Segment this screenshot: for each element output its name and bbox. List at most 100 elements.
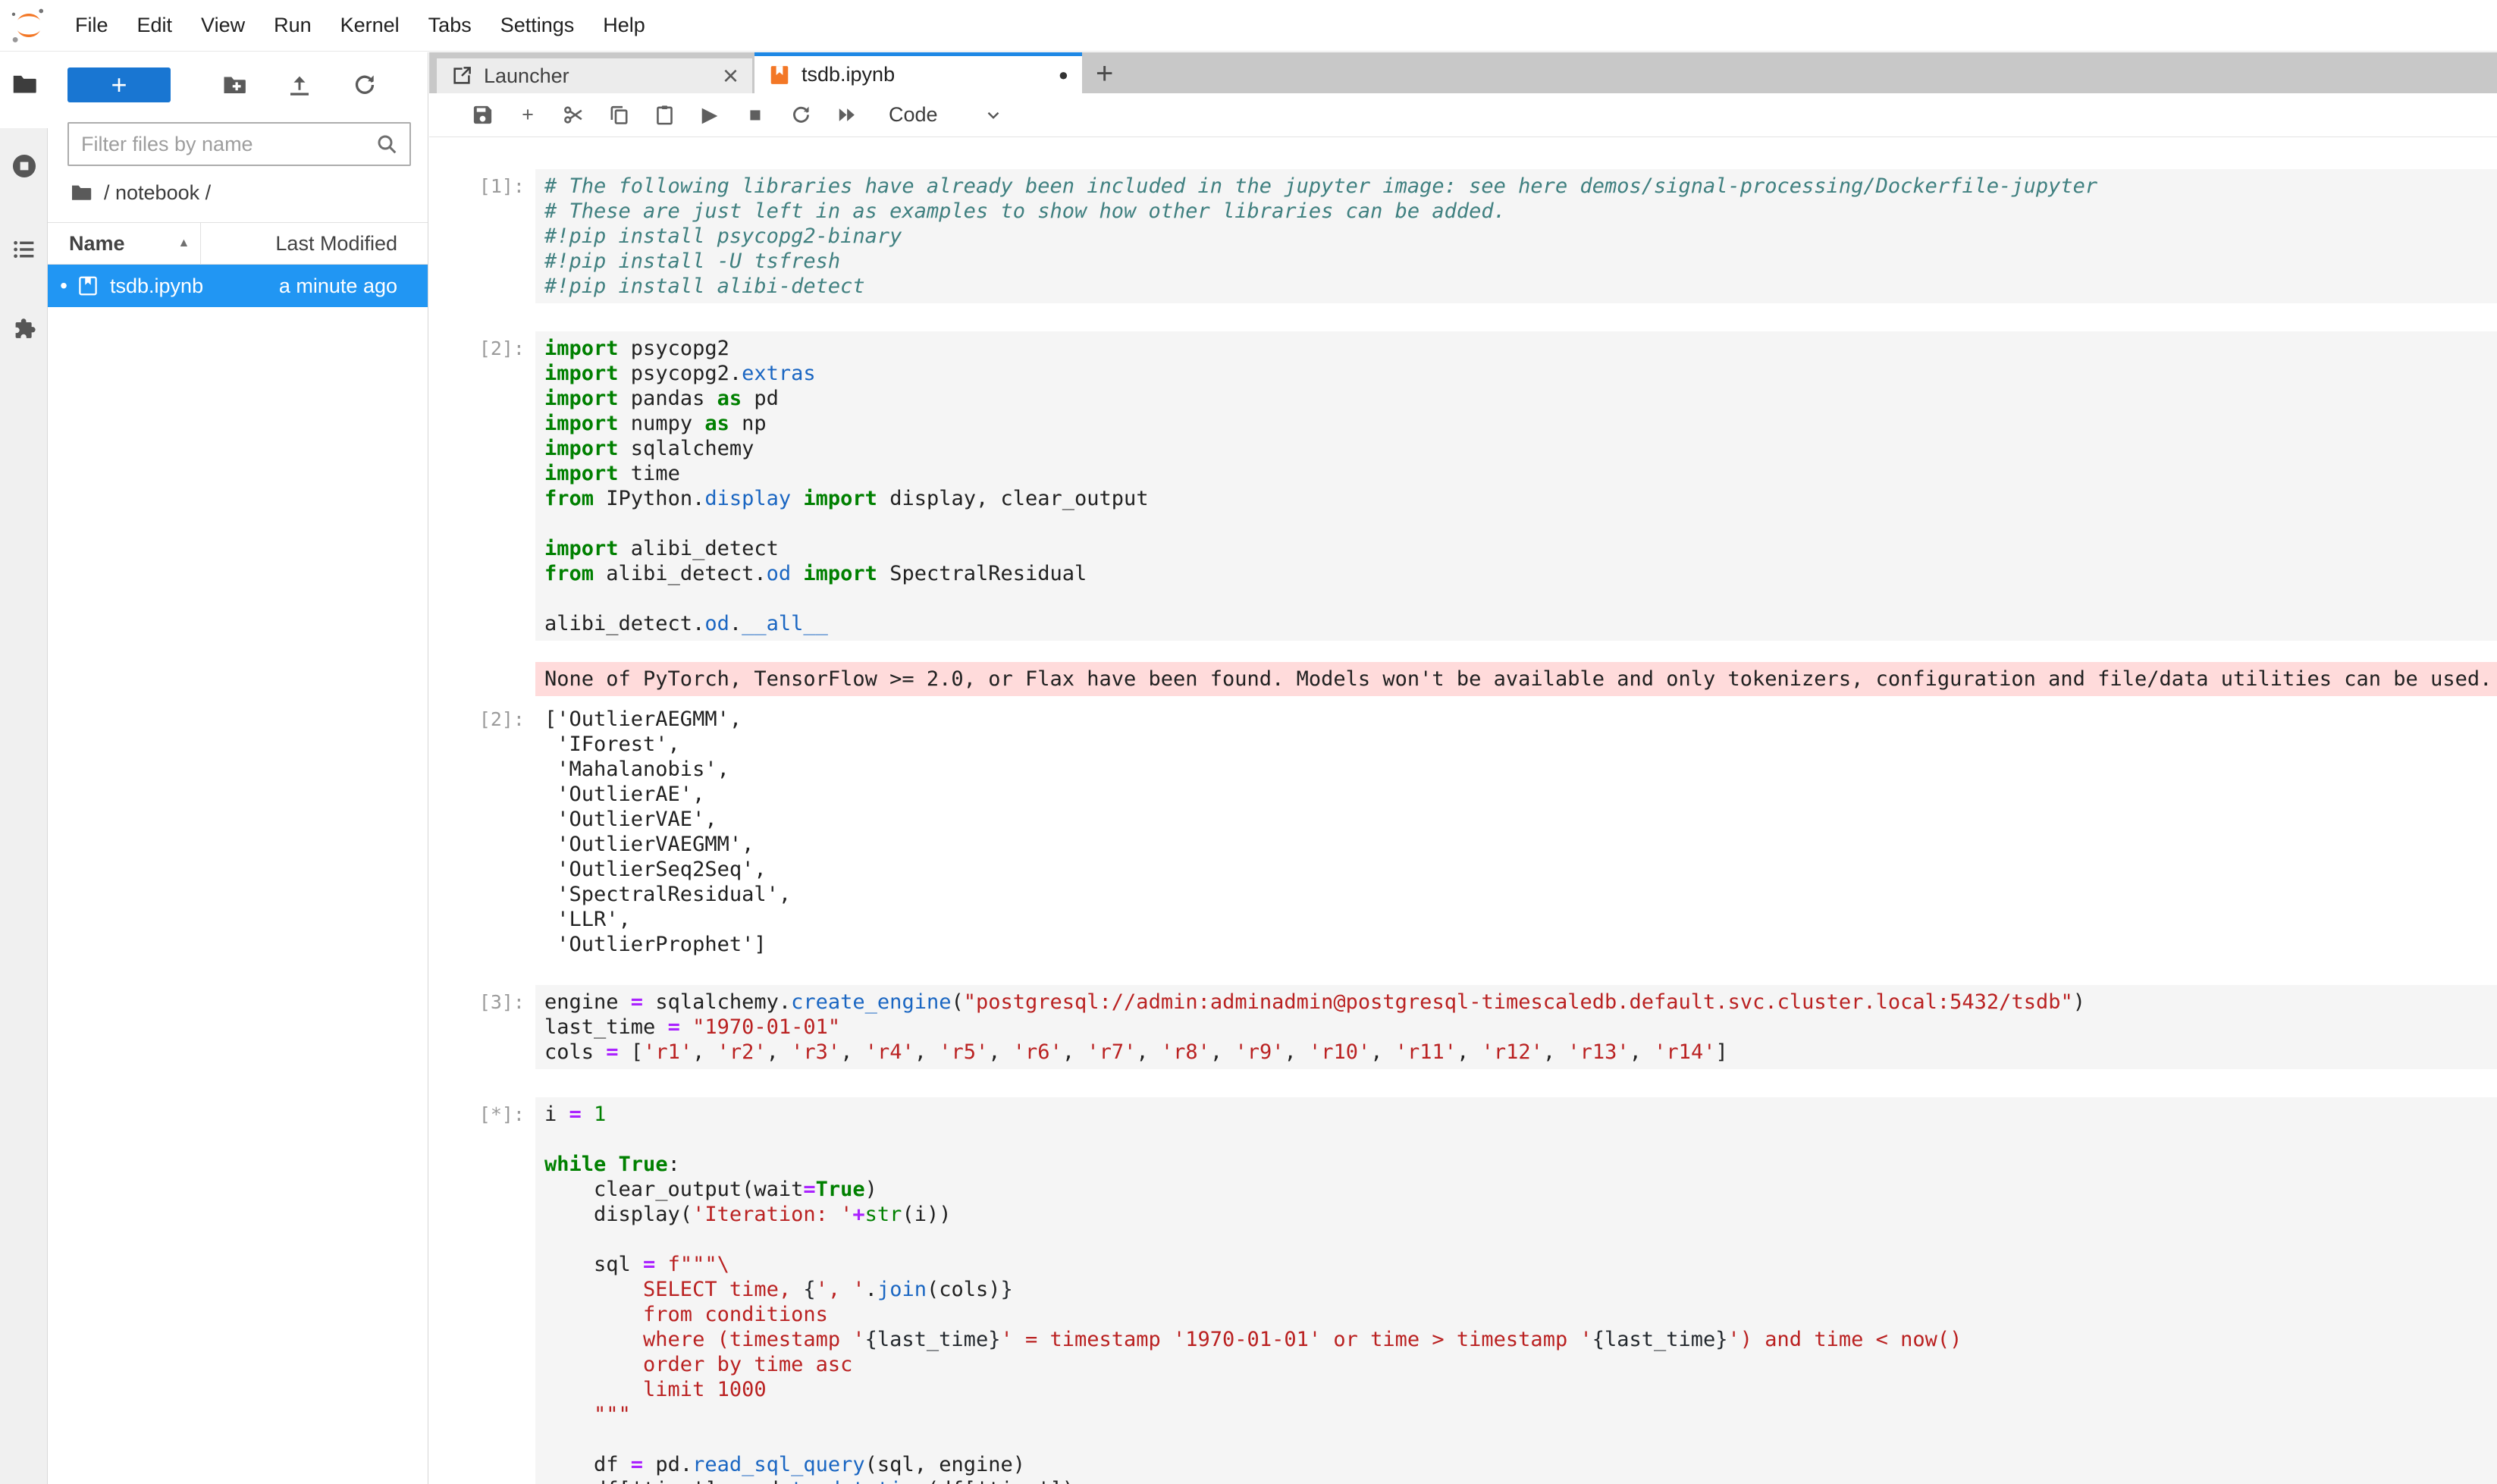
name-column-label: Name	[69, 232, 125, 256]
tab-launcher[interactable]: Launcher×	[437, 58, 752, 93]
cell-editor[interactable]: import psycopg2 import psycopg2.extras i…	[535, 331, 2497, 641]
paste-cells-button[interactable]	[642, 98, 687, 133]
menu-item-view[interactable]: View	[187, 0, 259, 51]
file-list: • tsdb.ipynba minute ago	[48, 265, 428, 307]
menu-item-kernel[interactable]: Kernel	[326, 0, 414, 51]
cell-input-row: [3]:engine = sqlalchemy.create_engine("p…	[429, 985, 2497, 1069]
chevron-down-icon	[983, 105, 1003, 125]
copy-icon	[607, 103, 631, 127]
file-browser-toolbar: +	[48, 52, 428, 110]
output-prompt-empty	[429, 662, 535, 696]
folder-icon	[69, 180, 93, 205]
sidebar-tab-extension-manager[interactable]	[0, 306, 48, 353]
tab-label: Launcher	[484, 64, 723, 88]
tab-label: tsdb.ipynb	[801, 63, 1059, 86]
output-prompt: [2]:	[429, 702, 535, 957]
filter-files-input[interactable]	[80, 132, 375, 157]
file-row[interactable]: • tsdb.ipynba minute ago	[48, 265, 428, 307]
new-tab-button[interactable]: +	[1096, 58, 1113, 89]
code-cell: [2]:import psycopg2 import psycopg2.extr…	[429, 331, 2497, 957]
toc-icon	[10, 235, 39, 264]
cell-input-row: [1]:# The following libraries have alrea…	[429, 169, 2497, 303]
cell-editor[interactable]: # The following libraries have already b…	[535, 169, 2497, 303]
menu-item-help[interactable]: Help	[588, 0, 660, 51]
file-name: tsdb.ipynb	[110, 275, 279, 298]
run-button[interactable]: ▶	[687, 98, 732, 133]
dirty-indicator-icon: ●	[1059, 67, 1068, 83]
notebook-toolbar: + ▶ ■ Code	[429, 93, 2497, 137]
home-folder-icon[interactable]	[69, 180, 93, 205]
sidebar-tab-file-browser[interactable]	[0, 61, 48, 108]
copy-cells-button[interactable]	[596, 98, 642, 133]
sidebar-tab-table-of-contents[interactable]	[0, 226, 48, 273]
folder-icon	[10, 70, 39, 99]
refresh-icon	[351, 71, 378, 99]
left-activity-bar	[0, 52, 48, 1484]
launcher-icon	[450, 64, 473, 87]
interrupt-kernel-button[interactable]: ■	[732, 98, 778, 133]
file-browser-panel: + / notebook / Name ▲ Last Modified • tsd…	[48, 52, 428, 1484]
cell-output-stderr: None of PyTorch, TensorFlow >= 2.0, or F…	[429, 662, 2497, 696]
sort-ascending-icon: ▲	[178, 237, 190, 250]
sidebar-tab-running-sessions[interactable]	[0, 143, 48, 190]
restart-kernel-button[interactable]	[778, 98, 823, 133]
search-icon	[375, 132, 399, 156]
cell-input-row: [2]:import psycopg2 import psycopg2.extr…	[429, 331, 2497, 641]
notebook-content: [1]:# The following libraries have alrea…	[429, 137, 2497, 1484]
menu-items: FileEditViewRunKernelTabsSettingsHelp	[61, 0, 660, 51]
cell-type-value: Code	[889, 103, 938, 127]
cell-output-result: [2]:['OutlierAEGMM', 'IForest', 'Mahalan…	[429, 702, 2497, 957]
running-icon	[10, 152, 39, 180]
input-prompt: [3]:	[429, 985, 535, 1069]
save-button[interactable]	[460, 98, 505, 133]
menu-item-file[interactable]: File	[61, 0, 123, 51]
menu-bar: FileEditViewRunKernelTabsSettingsHelp	[0, 0, 2497, 52]
restart-run-all-button[interactable]	[823, 98, 869, 133]
cut-icon	[562, 103, 585, 127]
fast-forward-icon	[835, 103, 858, 127]
jupyter-logo-icon	[9, 6, 49, 45]
upload-button[interactable]	[284, 70, 315, 100]
puzzle-icon	[10, 315, 39, 344]
menu-item-tabs[interactable]: Tabs	[414, 0, 486, 51]
dock-tab-bar: Launcher×tsdb.ipynb● +	[429, 52, 2497, 93]
tab-tsdb-ipynb[interactable]: tsdb.ipynb●	[754, 52, 1082, 93]
new-folder-icon	[221, 71, 248, 99]
cell-editor[interactable]: engine = sqlalchemy.create_engine("postg…	[535, 985, 2497, 1069]
notebook-orange-icon	[768, 64, 791, 86]
paste-icon	[653, 103, 676, 127]
menu-item-edit[interactable]: Edit	[123, 0, 187, 51]
stop-icon: ■	[744, 103, 767, 127]
breadcrumb[interactable]: / notebook /	[48, 172, 428, 213]
restart-icon	[789, 103, 813, 127]
file-list-header: Name ▲ Last Modified	[48, 222, 428, 265]
close-tab-icon[interactable]: ×	[723, 62, 739, 89]
input-prompt: [1]:	[429, 169, 535, 303]
save-icon	[471, 103, 494, 127]
menu-item-settings[interactable]: Settings	[486, 0, 589, 51]
column-header-last-modified[interactable]: Last Modified	[200, 223, 428, 264]
cell-input-row: [*]:i = 1 while True: clear_output(wait=…	[429, 1097, 2497, 1484]
plus-icon: +	[516, 103, 540, 127]
input-prompt: [*]:	[429, 1097, 535, 1484]
cut-cells-button[interactable]	[551, 98, 596, 133]
search-icon	[375, 132, 399, 156]
file-filter-box	[67, 122, 411, 166]
kernel-running-indicator: •	[54, 274, 74, 298]
run-icon: ▶	[698, 103, 722, 127]
new-launcher-button[interactable]: +	[67, 67, 171, 102]
add-cell-button[interactable]: +	[505, 98, 551, 133]
jupyterlab-window: FileEditViewRunKernelTabsSettingsHelp + …	[0, 0, 2497, 1484]
breadcrumb-path: / notebook /	[104, 181, 211, 205]
refresh-file-list-button[interactable]	[350, 70, 380, 100]
cell-editor[interactable]: i = 1 while True: clear_output(wait=True…	[535, 1097, 2497, 1484]
menu-item-run[interactable]: Run	[259, 0, 326, 51]
upload-icon	[286, 71, 313, 99]
new-folder-button[interactable]	[219, 70, 249, 100]
code-cell: [1]:# The following libraries have alrea…	[429, 169, 2497, 303]
code-cell: [3]:engine = sqlalchemy.create_engine("p…	[429, 985, 2497, 1069]
main-dock-area: Launcher×tsdb.ipynb● + +▶■ Code [1]:# Th…	[429, 52, 2497, 1484]
cell-type-dropdown[interactable]: Code	[889, 103, 1003, 127]
file-last-modified: a minute ago	[279, 275, 428, 298]
column-header-name[interactable]: Name ▲	[48, 223, 200, 264]
